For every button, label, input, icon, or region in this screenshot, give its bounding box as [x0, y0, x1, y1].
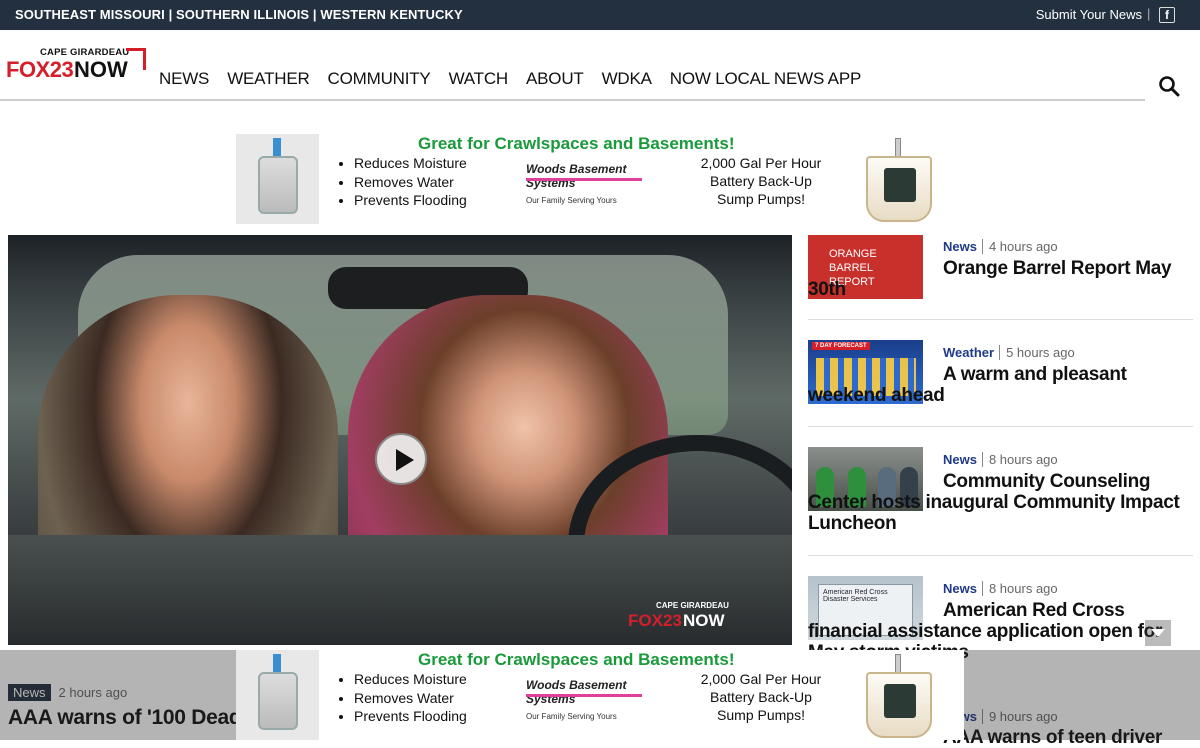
story-category[interactable]: News [943, 581, 977, 596]
ad-brand-logo: Woods Basement Systems Our Family Servin… [526, 678, 642, 721]
logo-fox: FOX23 [6, 57, 74, 82]
ad-bullet: Removes Water [354, 173, 467, 192]
collapse-ad-icon[interactable] [1145, 620, 1171, 646]
divider: | [1147, 6, 1151, 21]
ad-line: Sump Pumps! [717, 707, 805, 723]
story-time: 8 hours ago [981, 581, 1058, 596]
play-button-icon[interactable] [375, 433, 427, 485]
top-ad-banner[interactable]: Great for Crawlspaces and Basements! Red… [236, 134, 964, 224]
story-title[interactable]: A warm and pleasant weekend ahead [808, 364, 1193, 406]
story-title[interactable]: Community Counseling Center hosts inaugu… [808, 471, 1193, 534]
story-title[interactable]: Orange Barrel Report May 30th [808, 258, 1193, 300]
submit-news-link[interactable]: Submit Your News [1036, 7, 1142, 22]
ad-tagline: Our Family Serving Yours [526, 196, 617, 205]
ad-line: Sump Pumps! [717, 191, 805, 207]
ad-bullet: Removes Water [354, 689, 467, 708]
story-time: 4 hours ago [981, 239, 1058, 254]
nav-item-wdka[interactable]: WDKA [602, 69, 652, 89]
ad-brand-name: Woods Basement Systems [526, 162, 627, 190]
main-nav: NEWS WEATHER COMMUNITY WATCH ABOUT WDKA … [159, 69, 861, 89]
nav-item-about[interactable]: ABOUT [526, 69, 584, 89]
station-bug: CAPE GIRARDEAU FOX23 NOW [628, 601, 729, 630]
ad-line: 2,000 Gal Per Hour [700, 155, 822, 171]
story-time: 5 hours ago [999, 345, 1075, 360]
ad-tagline: Our Family Serving Yours [526, 712, 617, 721]
nav-item-app[interactable]: NOW LOCAL NEWS APP [670, 69, 862, 89]
ad-line: Battery Back-Up [710, 689, 812, 705]
ad-right-text: 2,000 Gal Per Hour Battery Back-Up Sump … [686, 154, 836, 208]
search-icon[interactable] [1158, 75, 1180, 97]
ad-bullet: Reduces Moisture [354, 670, 467, 689]
nav-item-watch[interactable]: WATCH [449, 69, 509, 89]
ad-brand-logo: Woods Basement Systems Our Family Servin… [526, 162, 642, 205]
nav-divider [0, 99, 1145, 101]
ad-bullet: Prevents Flooding [354, 191, 467, 210]
top-bar: SOUTHEAST MISSOURI | SOUTHERN ILLINOIS |… [0, 0, 1200, 30]
nav-item-weather[interactable]: WEATHER [227, 69, 310, 89]
region-links[interactable]: SOUTHEAST MISSOURI | SOUTHERN ILLINOIS |… [15, 7, 463, 22]
ad-pump-image [864, 138, 934, 222]
nav-item-news[interactable]: NEWS [159, 69, 209, 89]
ad-bullet: Prevents Flooding [354, 707, 467, 726]
ad-bullets: Reduces Moisture Removes Water Prevents … [336, 670, 467, 726]
ad-product-image [236, 650, 319, 740]
sticky-ad-bar: Great for Crawlspaces and Basements! Red… [0, 620, 1200, 740]
ad-line: Battery Back-Up [710, 173, 812, 189]
ad-bullet: Reduces Moisture [354, 154, 467, 173]
ad-brand-name: Woods Basement Systems [526, 678, 627, 706]
logo-now: NOW [74, 57, 128, 82]
main-header [0, 30, 1200, 102]
ad-right-text: 2,000 Gal Per Hour Battery Back-Up Sump … [686, 670, 836, 724]
bottom-ad-banner[interactable]: Great for Crawlspaces and Basements! Red… [236, 650, 964, 740]
ad-headline: Great for Crawlspaces and Basements! [418, 650, 735, 669]
site-logo[interactable]: CAPE GIRARDEAU FOX23 NOW [6, 45, 151, 85]
ad-pump-image [864, 654, 934, 738]
story-category[interactable]: News [943, 239, 977, 254]
ad-bullets: Reduces Moisture Removes Water Prevents … [336, 154, 467, 210]
nav-item-community[interactable]: COMMUNITY [328, 69, 431, 89]
facebook-icon[interactable]: f [1159, 7, 1175, 23]
story-category[interactable]: News [943, 452, 977, 467]
story-time: 8 hours ago [981, 452, 1058, 467]
ad-headline: Great for Crawlspaces and Basements! [418, 134, 735, 153]
logo-bracket [126, 48, 146, 70]
hero-video[interactable]: CAPE GIRARDEAU FOX23 NOW [8, 235, 792, 645]
story-category[interactable]: Weather [943, 345, 994, 360]
ad-line: 2,000 Gal Per Hour [700, 671, 822, 687]
ad-product-image [236, 134, 319, 224]
